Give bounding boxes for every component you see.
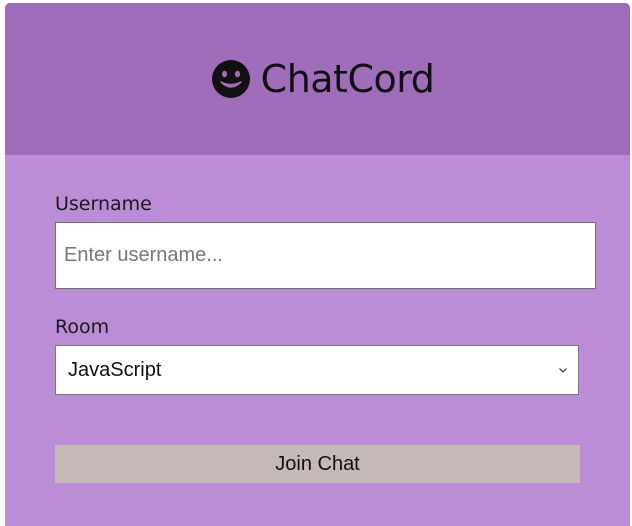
page-title: ChatCord — [260, 57, 435, 101]
username-input[interactable] — [55, 222, 596, 289]
chevron-down-icon — [559, 368, 567, 373]
room-select[interactable]: JavaScript — [55, 345, 579, 395]
join-chat-button[interactable]: Join Chat — [55, 445, 580, 483]
username-label: Username — [55, 193, 152, 215]
join-container: ChatCord Username Room JavaScript Join C… — [5, 3, 630, 526]
brand: ChatCord — [211, 57, 435, 101]
room-selected-value: JavaScript — [68, 358, 162, 381]
smile-icon — [211, 59, 251, 99]
join-header: ChatCord — [5, 3, 630, 155]
room-label: Room — [55, 316, 110, 338]
